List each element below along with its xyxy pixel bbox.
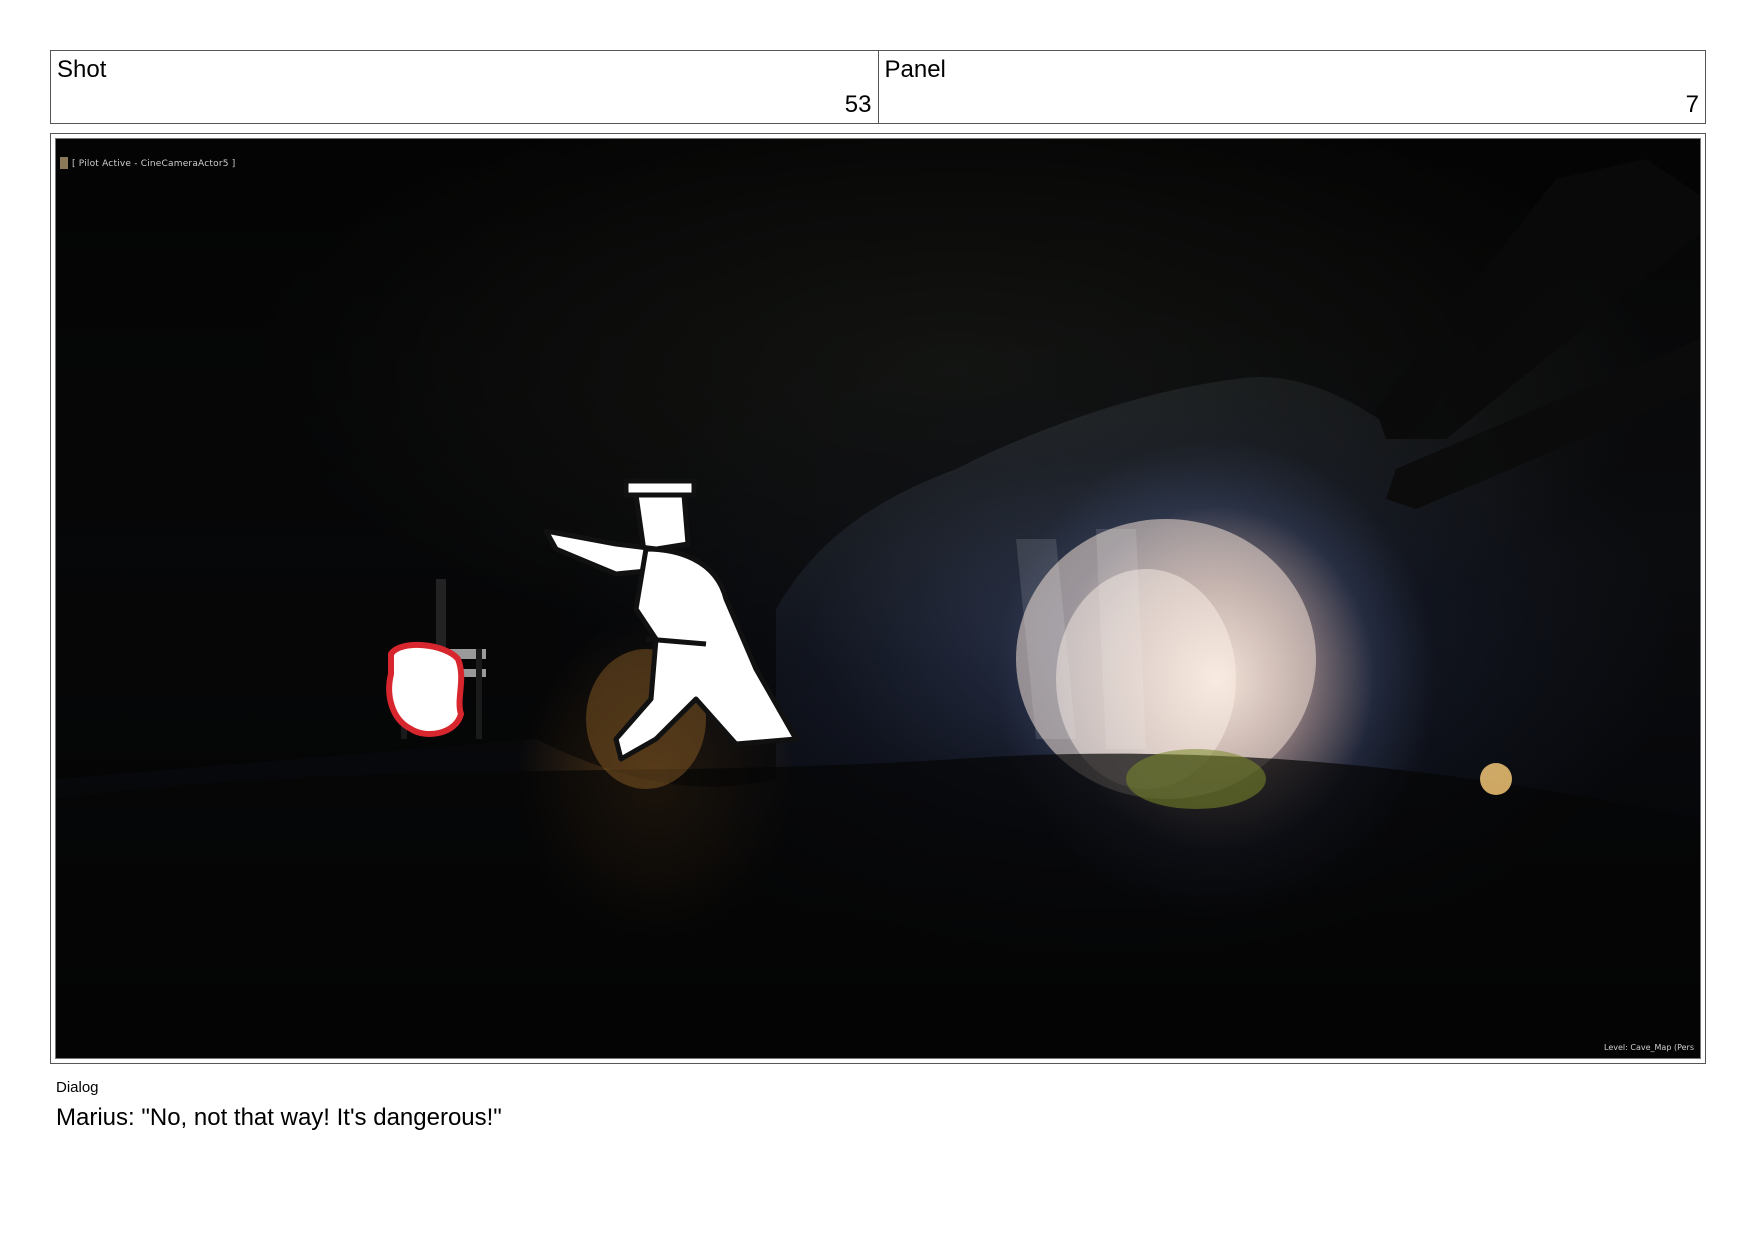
shot-panel-header: Shot 53 Panel 7 xyxy=(50,50,1706,124)
storyboard-frame: [ Pilot Active - CineCameraActor5 ] Leve… xyxy=(50,133,1706,1064)
level-hud: Level: Cave_Map (Pers xyxy=(1604,1043,1694,1052)
torch-light xyxy=(1480,763,1512,795)
sketch-red-figure xyxy=(386,641,465,737)
camera-icon xyxy=(60,157,68,169)
shot-cell: Shot 53 xyxy=(51,51,878,123)
panel-label: Panel xyxy=(884,56,946,83)
pilot-active-hud: [ Pilot Active - CineCameraActor5 ] xyxy=(72,159,236,169)
scene-image: [ Pilot Active - CineCameraActor5 ] Leve… xyxy=(55,138,1701,1059)
shot-label: Shot xyxy=(57,56,107,83)
shot-number: 53 xyxy=(844,91,872,118)
moss-patch xyxy=(1126,749,1266,809)
panel-number: 7 xyxy=(1685,91,1699,118)
dialog-text: Marius: "No, not that way! It's dangerou… xyxy=(56,1104,502,1131)
scene-artwork xyxy=(56,139,1700,1058)
cave-floor xyxy=(56,753,1700,1058)
panel-cell: Panel 7 xyxy=(877,51,1706,123)
dialog-label: Dialog xyxy=(56,1079,99,1096)
